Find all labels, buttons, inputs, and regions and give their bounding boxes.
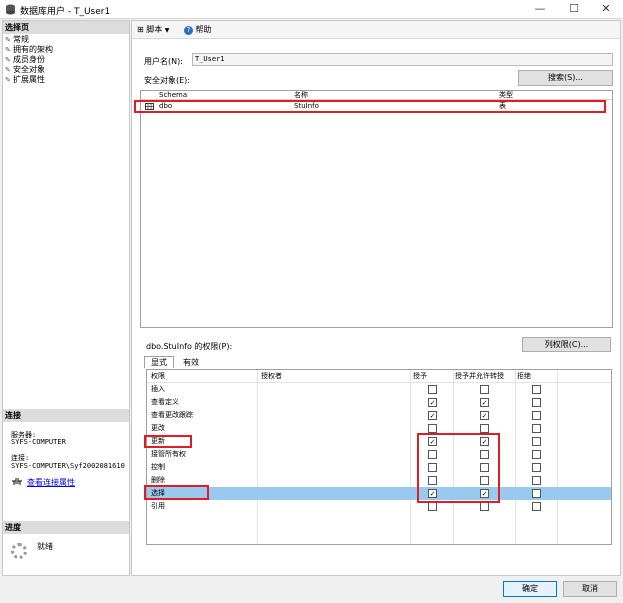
permissions-label: dbo.StuInfo 的权限(P):: [146, 342, 233, 351]
securables-header: Schema 名称 类型: [141, 91, 612, 100]
wrench-icon: ✎: [5, 76, 11, 84]
tab-effective[interactable]: 有效: [176, 357, 206, 369]
permission-name: 引用: [151, 502, 165, 510]
deny-checkbox[interactable]: [532, 463, 541, 472]
minimize-icon[interactable]: —: [523, 0, 557, 19]
with-grant-checkbox[interactable]: [480, 385, 489, 394]
with-grant-checkbox[interactable]: ✓: [480, 398, 489, 407]
script-button[interactable]: ⊞ 脚本 ▼: [137, 24, 169, 36]
deny-checkbox[interactable]: [532, 489, 541, 498]
connection-header: 连接: [3, 409, 129, 422]
progress-status: 就绪: [37, 542, 53, 551]
table-row[interactable]: 更改: [147, 422, 611, 435]
toolbar: ⊞ 脚本 ▼ ? 帮助: [132, 21, 620, 39]
column-header-grantor: 授权者: [261, 372, 282, 380]
table-row[interactable]: 控制: [147, 461, 611, 474]
grant-checkbox[interactable]: ✓: [428, 411, 437, 420]
with-grant-checkbox[interactable]: [480, 502, 489, 511]
highlight-box: [144, 435, 192, 448]
grant-checkbox[interactable]: [428, 385, 437, 394]
deny-checkbox[interactable]: [532, 385, 541, 394]
wrench-icon: ✎: [5, 36, 11, 44]
column-header-permission: 权限: [151, 372, 165, 380]
column-header-schema: Schema: [159, 91, 188, 99]
username-label: 用户名(N):: [144, 57, 183, 66]
deny-checkbox[interactable]: [532, 398, 541, 407]
username-field[interactable]: T_User1: [192, 53, 613, 66]
page-membership[interactable]: ✎ 成员身份: [5, 55, 45, 65]
table-row[interactable]: 引用: [147, 500, 611, 513]
page-extended-properties[interactable]: ✎ 扩展属性: [5, 75, 45, 85]
table-row[interactable]: 选择 ✓ ✓: [147, 487, 611, 500]
deny-checkbox[interactable]: [532, 476, 541, 485]
page-general[interactable]: ✎ 常规: [5, 35, 29, 45]
column-permissions-button[interactable]: 列权限(C)...: [522, 337, 611, 352]
column-header-grant: 授予: [413, 372, 427, 380]
grant-checkbox[interactable]: ✓: [428, 398, 437, 407]
column-header-deny: 拒绝: [517, 372, 531, 380]
page-securables[interactable]: ✎ 安全对象: [5, 65, 45, 75]
deny-checkbox[interactable]: [532, 424, 541, 433]
deny-checkbox[interactable]: [532, 502, 541, 511]
tab-explicit[interactable]: 显式: [144, 356, 174, 368]
wrench-icon: ✎: [5, 46, 11, 54]
column-header-type: 类型: [499, 91, 513, 99]
connection-icon: [12, 478, 22, 485]
close-icon[interactable]: ✕: [589, 0, 623, 19]
ok-button[interactable]: 确定: [503, 581, 557, 597]
securables-label: 安全对象(E):: [144, 76, 190, 85]
deny-checkbox[interactable]: [532, 450, 541, 459]
grant-checkbox[interactable]: [428, 424, 437, 433]
permission-name: 查看更改跟踪: [151, 411, 193, 419]
wrench-icon: ✎: [5, 66, 11, 74]
table-row[interactable]: 查看更改跟踪 ✓ ✓: [147, 409, 611, 422]
help-button[interactable]: ? 帮助: [184, 24, 212, 35]
cancel-button[interactable]: 取消: [563, 581, 617, 597]
highlight-box: [144, 485, 209, 500]
maximize-icon[interactable]: ☐: [557, 0, 591, 19]
table-row[interactable]: 删除: [147, 474, 611, 487]
permissions-header: 权限 授权者 授予 授予并允许转授 拒绝: [147, 370, 611, 383]
highlight-box: [417, 433, 500, 503]
view-connection-properties-link[interactable]: 查看连接属性: [27, 477, 75, 488]
permission-name: 控制: [151, 463, 165, 471]
grant-checkbox[interactable]: [428, 502, 437, 511]
chevron-down-icon: ▼: [164, 27, 170, 34]
table-row[interactable]: 接管所有权: [147, 448, 611, 461]
permission-name: 接管所有权: [151, 450, 186, 458]
title-bar: 数据库用户 - T_User1 — ☐ ✕: [0, 0, 623, 19]
table-row[interactable]: 更新 ✓ ✓: [147, 435, 611, 448]
database-icon: [6, 4, 15, 15]
securables-grid: Schema 名称 类型 dbo StuInfo 表: [140, 90, 613, 328]
table-row[interactable]: 插入: [147, 383, 611, 396]
left-pane: 选择页 ✎ 常规 ✎ 拥有的架构 ✎ 成员身份 ✎ 安全对象 ✎ 扩展属性 连接 服务器:…: [2, 20, 130, 576]
highlight-box: [134, 100, 606, 113]
select-page-header: 选择页: [3, 21, 129, 34]
column-header-with-grant: 授予并允许转授: [455, 372, 504, 380]
permissions-grid: 权限 授权者 授予 授予并允许转授 拒绝 插入查看定义 ✓ ✓ 查看更改跟踪 ✓ ✓ 更改更…: [146, 369, 612, 545]
permission-name: 更改: [151, 424, 165, 432]
wrench-icon: ✎: [5, 56, 11, 64]
with-grant-checkbox[interactable]: [480, 424, 489, 433]
help-icon: ?: [184, 26, 193, 35]
search-button[interactable]: 搜索(S)...: [518, 70, 613, 86]
permission-name: 插入: [151, 385, 165, 393]
script-icon: ⊞: [137, 25, 144, 34]
deny-checkbox[interactable]: [532, 437, 541, 446]
with-grant-checkbox[interactable]: ✓: [480, 411, 489, 420]
connection-value: SYFS-COMPUTER\Syf2002081610: [11, 462, 125, 470]
window-title: 数据库用户 - T_User1: [20, 7, 111, 17]
permission-name: 查看定义: [151, 398, 179, 406]
spinner-icon: [11, 543, 27, 559]
table-row[interactable]: 查看定义 ✓ ✓: [147, 396, 611, 409]
column-header-name: 名称: [294, 91, 308, 99]
page-owned-schemas[interactable]: ✎ 拥有的架构: [5, 45, 53, 55]
deny-checkbox[interactable]: [532, 411, 541, 420]
progress-header: 进度: [3, 521, 129, 534]
server-value: SYFS-COMPUTER: [11, 438, 66, 446]
